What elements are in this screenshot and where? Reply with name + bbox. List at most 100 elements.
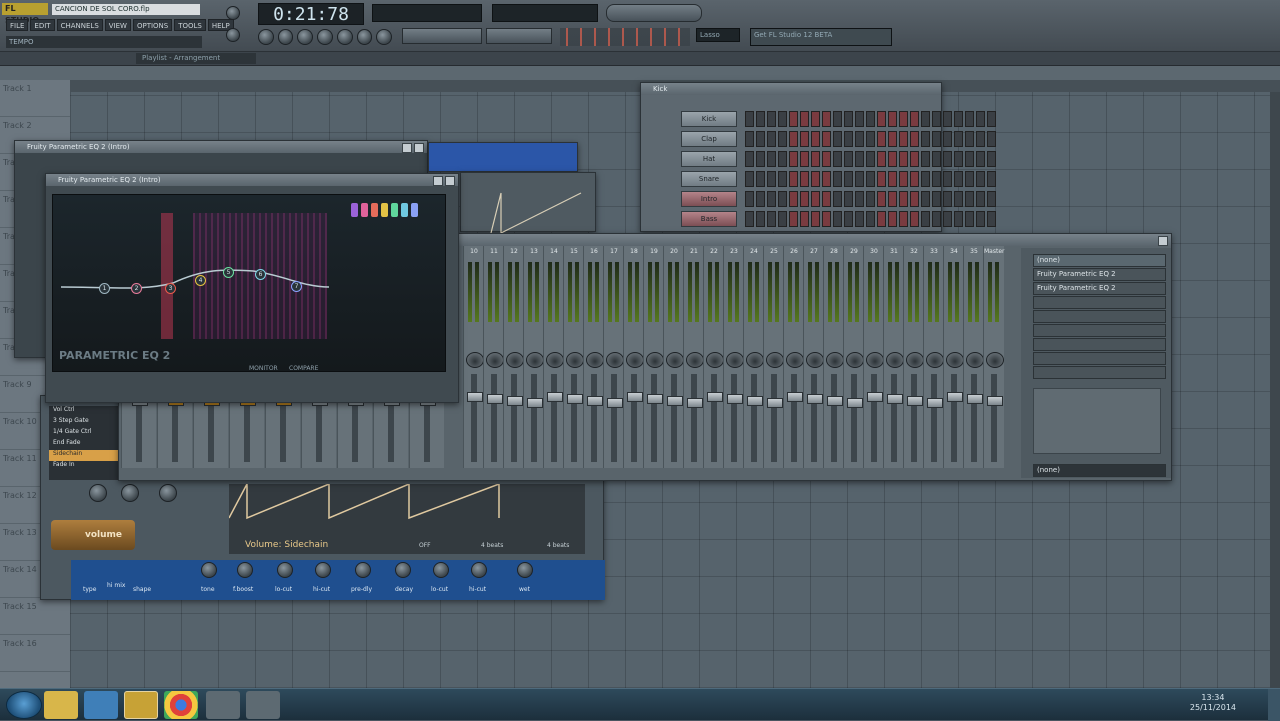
- pan-knob[interactable]: [766, 352, 784, 368]
- system-clock[interactable]: 13:34 25/11/2014: [1190, 693, 1236, 713]
- reverb-knob[interactable]: [395, 562, 411, 578]
- menu-options[interactable]: OPTIONS: [132, 19, 173, 31]
- pan-knob[interactable]: [866, 352, 884, 368]
- minimize-icon[interactable]: [433, 176, 443, 186]
- fader-handle[interactable]: [967, 394, 983, 404]
- length-value[interactable]: 4 beats: [481, 542, 503, 549]
- fx-input-select[interactable]: (none): [1033, 254, 1166, 267]
- pan-knob[interactable]: [506, 352, 524, 368]
- eq-node[interactable]: 6: [255, 269, 266, 280]
- sidechain-knob[interactable]: [159, 484, 177, 502]
- mixer-insert[interactable]: 35: [963, 246, 984, 468]
- tool-icon[interactable]: [258, 29, 274, 45]
- volume-fader-track[interactable]: [771, 374, 777, 462]
- menu-file[interactable]: FILE: [6, 19, 29, 31]
- preset-item[interactable]: 1/4 Gate Ctrl: [49, 428, 123, 439]
- volume-fader-track[interactable]: [971, 374, 977, 462]
- tool-buttons-group[interactable]: [606, 4, 702, 22]
- fader-handle[interactable]: [647, 394, 663, 404]
- tool-icon[interactable]: [336, 29, 353, 45]
- volume-fader-track[interactable]: [931, 374, 937, 462]
- fader-handle[interactable]: [587, 396, 603, 406]
- pan-knob[interactable]: [546, 352, 564, 368]
- mixer-insert[interactable]: 33: [923, 246, 944, 468]
- start-button[interactable]: [6, 691, 42, 719]
- pan-knob[interactable]: [466, 352, 484, 368]
- pan-knob[interactable]: [646, 352, 664, 368]
- mixer-insert[interactable]: 26: [783, 246, 804, 468]
- mixer-insert[interactable]: 24: [743, 246, 764, 468]
- menu-tools[interactable]: TOOLS: [174, 19, 206, 31]
- mixer-insert[interactable]: 23: [723, 246, 744, 468]
- fader-handle[interactable]: [887, 394, 903, 404]
- length-value[interactable]: 4 beats: [547, 542, 569, 549]
- transport-controls[interactable]: [402, 28, 482, 44]
- fx-output-select[interactable]: (none): [1033, 464, 1166, 477]
- volume-fader-track[interactable]: [531, 374, 537, 462]
- channel-button-intro[interactable]: Intro: [681, 191, 737, 207]
- eq-node[interactable]: 1: [99, 283, 110, 294]
- preset-item[interactable]: Fade In: [49, 461, 123, 472]
- mixer-insert[interactable]: 10: [463, 246, 484, 468]
- fader-handle[interactable]: [847, 398, 863, 408]
- mixer-insert[interactable]: 15: [563, 246, 584, 468]
- mixer-insert[interactable]: 12: [503, 246, 524, 468]
- eq-node[interactable]: 5: [223, 267, 234, 278]
- volume-fader-track[interactable]: [911, 374, 917, 462]
- volume-fader-track[interactable]: [951, 374, 957, 462]
- fl-studio-icon[interactable]: [124, 691, 158, 719]
- step-row[interactable]: [745, 171, 996, 187]
- volume-fader-track[interactable]: [871, 374, 877, 462]
- pan-knob[interactable]: [606, 352, 624, 368]
- pattern-controls[interactable]: [486, 28, 552, 44]
- fader-handle[interactable]: [987, 396, 1003, 406]
- fader-handle[interactable]: [507, 396, 523, 406]
- fx-slot-5[interactable]: [1033, 324, 1166, 337]
- fx-slot-4[interactable]: [1033, 310, 1166, 323]
- tool-icon[interactable]: [317, 29, 333, 45]
- volume-fader-track[interactable]: [671, 374, 677, 462]
- mixer-insert[interactable]: Master: [983, 246, 1005, 468]
- mixer-insert[interactable]: 20: [663, 246, 684, 468]
- pan-knob[interactable]: [986, 352, 1004, 368]
- eq-display[interactable]: 1 2 3 4 5 6 7 PARAMETRIC EQ 2 MONITOR CO…: [52, 194, 446, 372]
- reverb-knob[interactable]: [277, 562, 293, 578]
- pan-knob[interactable]: [806, 352, 824, 368]
- reverb-knob[interactable]: [517, 562, 533, 578]
- volume-fader-track[interactable]: [791, 374, 797, 462]
- mixer-insert[interactable]: 16: [583, 246, 604, 468]
- fader-handle[interactable]: [947, 392, 963, 402]
- pan-knob[interactable]: [886, 352, 904, 368]
- menu-channels[interactable]: CHANNELS: [56, 19, 103, 31]
- track-label[interactable]: Track 1: [0, 80, 70, 117]
- fx-slot-8[interactable]: [1033, 366, 1166, 379]
- pan-knob[interactable]: [946, 352, 964, 368]
- fader-handle[interactable]: [667, 396, 683, 406]
- pan-knob[interactable]: [906, 352, 924, 368]
- volume-fader-track[interactable]: [731, 374, 737, 462]
- volume-fader-track[interactable]: [651, 374, 657, 462]
- band-toggle[interactable]: [411, 203, 418, 217]
- preset-item-selected[interactable]: Sidechain: [49, 450, 123, 461]
- pan-knob[interactable]: [626, 352, 644, 368]
- volume-fader-track[interactable]: [471, 374, 477, 462]
- reverb-knob[interactable]: [237, 562, 253, 578]
- fx-slot-7[interactable]: [1033, 352, 1166, 365]
- fader-handle[interactable]: [787, 392, 803, 402]
- fx-slot-1[interactable]: Fruity Parametric EQ 2: [1033, 268, 1166, 281]
- pan-knob[interactable]: [666, 352, 684, 368]
- menu-edit[interactable]: EDIT: [30, 19, 55, 31]
- volume-fader-track[interactable]: [571, 374, 577, 462]
- mixer-insert[interactable]: 30: [863, 246, 884, 468]
- pan-knob[interactable]: [586, 352, 604, 368]
- mixer-insert[interactable]: 21: [683, 246, 704, 468]
- step-row[interactable]: [745, 111, 996, 127]
- mixer-insert[interactable]: 22: [703, 246, 724, 468]
- step-row[interactable]: [745, 131, 996, 147]
- news-panel[interactable]: Get FL Studio 12 BETA: [750, 28, 892, 46]
- fx-slot-3[interactable]: [1033, 296, 1166, 309]
- step-row[interactable]: [745, 191, 996, 207]
- volume-fader-track[interactable]: [511, 374, 517, 462]
- pan-knob[interactable]: [926, 352, 944, 368]
- fader-handle[interactable]: [867, 392, 883, 402]
